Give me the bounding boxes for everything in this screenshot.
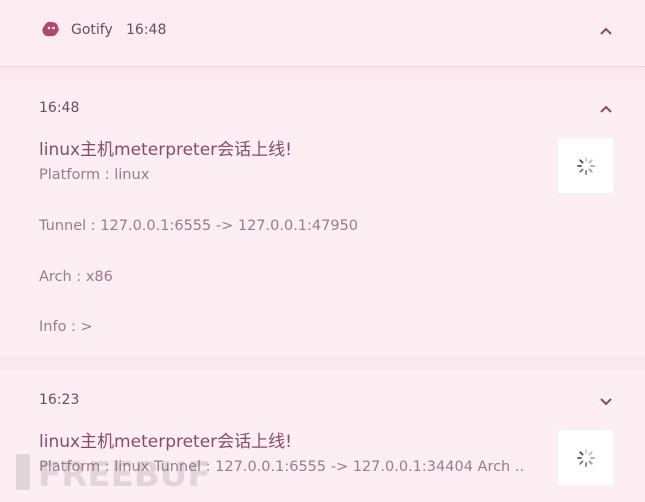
notification-line-arch: Arch : x86 bbox=[39, 269, 113, 285]
notification-time: 16:23 bbox=[39, 392, 80, 408]
gotify-logo-icon bbox=[42, 21, 59, 37]
loading-spinner-icon bbox=[577, 449, 595, 467]
notification-card[interactable]: 16:23 linux主机meterpreter会话上线! Platform :… bbox=[0, 370, 645, 502]
notification-summary: Platform : linux Tunnel : 127.0.0.1:6555… bbox=[39, 459, 525, 475]
header-time: 16:48 bbox=[126, 22, 167, 38]
notification-line-platform: Platform : linux bbox=[39, 167, 150, 183]
notification-time: 16:48 bbox=[39, 100, 80, 116]
chevron-up-icon[interactable] bbox=[598, 23, 614, 39]
notification-card[interactable]: 16:48 linux主机meterpreter会话上线! Platform :… bbox=[0, 80, 645, 356]
chevron-down-icon[interactable] bbox=[598, 394, 614, 410]
notification-thumbnail bbox=[558, 430, 613, 485]
app-name: Gotify bbox=[71, 22, 113, 38]
loading-spinner-icon bbox=[577, 157, 595, 175]
chevron-up-icon[interactable] bbox=[598, 101, 614, 117]
notification-thumbnail bbox=[558, 138, 613, 193]
notification-line-tunnel: Tunnel : 127.0.0.1:6555 -> 127.0.0.1:479… bbox=[39, 218, 359, 234]
notification-title: linux主机meterpreter会话上线! bbox=[39, 140, 292, 160]
notification-title: linux主机meterpreter会话上线! bbox=[39, 432, 292, 452]
notification-line-info: Info : > bbox=[39, 319, 93, 335]
notification-group-header[interactable]: Gotify 16:48 bbox=[0, 0, 645, 67]
